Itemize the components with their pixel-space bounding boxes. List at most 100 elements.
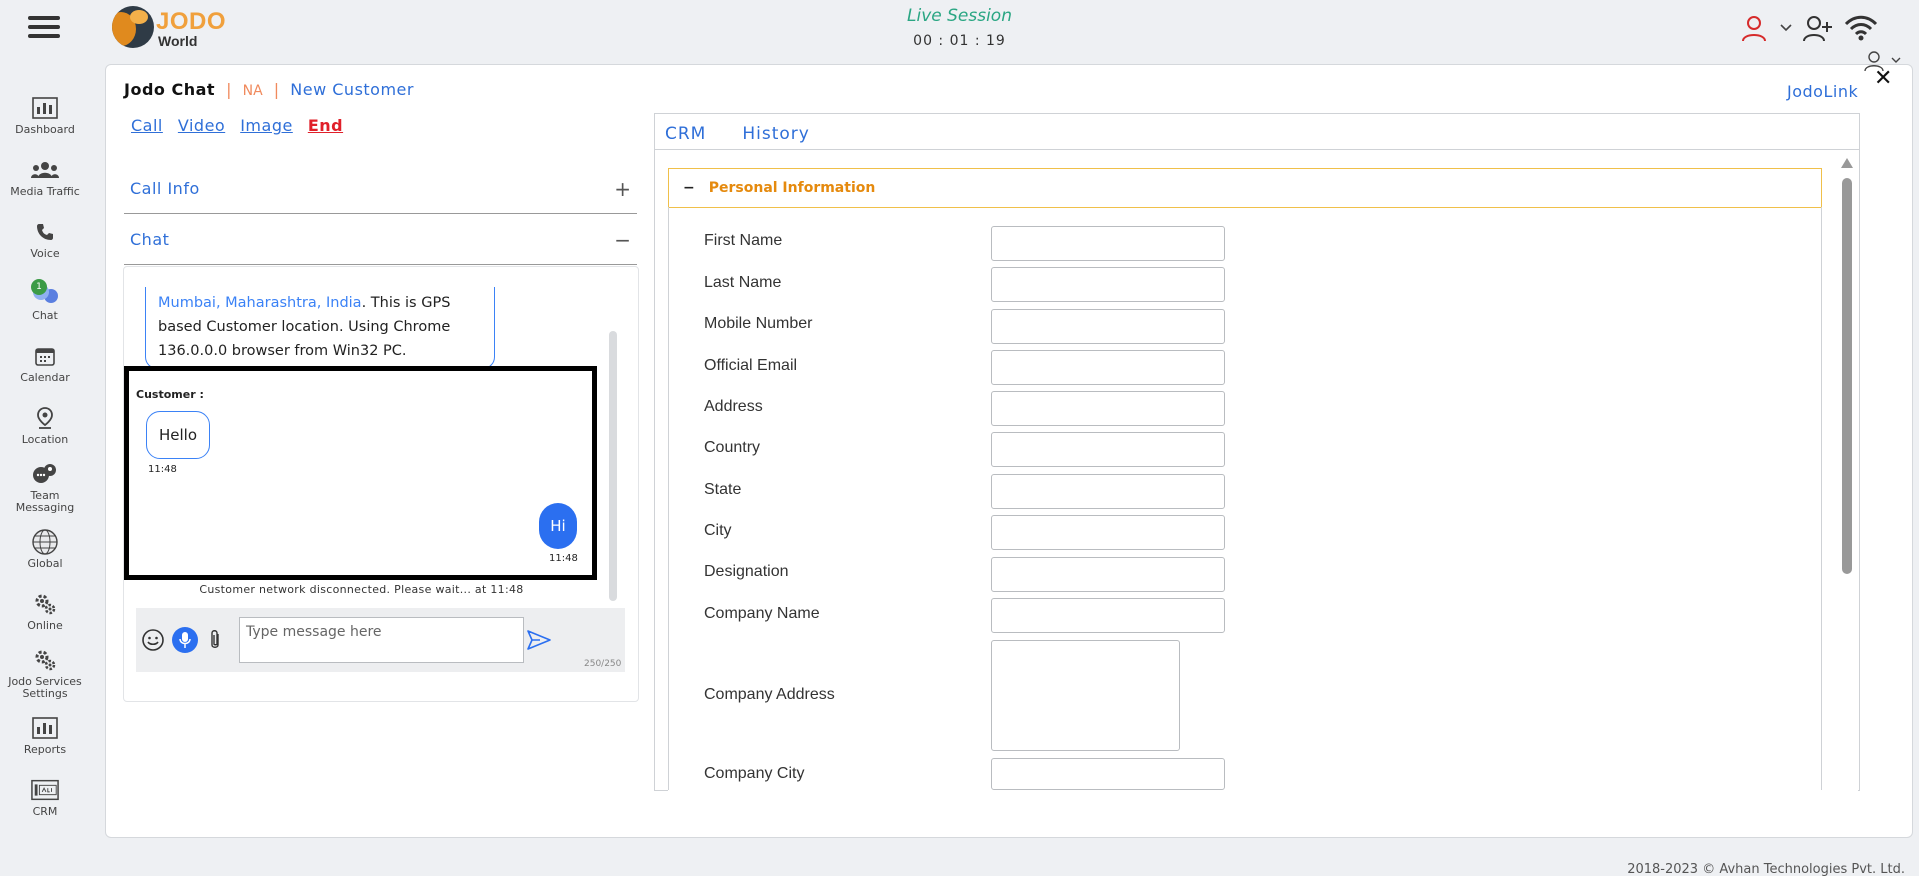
sidebar: Dashboard Media Traffic Voice 1 Chat Cal… <box>0 84 90 828</box>
user-status-icon[interactable] <box>1739 13 1769 43</box>
attachment-icon[interactable] <box>202 627 228 653</box>
company-city-label: Company City <box>704 765 805 782</box>
crm-scrollbar-thumb[interactable] <box>1842 178 1852 574</box>
chat-section-label: Chat <box>130 230 170 249</box>
crm-tabs: CRM History <box>665 124 810 144</box>
tab-crm[interactable]: CRM <box>665 124 706 144</box>
dashboard-icon <box>31 95 59 121</box>
sidebar-item-voice[interactable]: Voice <box>0 208 90 270</box>
sidebar-item-label: Online <box>27 618 63 632</box>
jodolink-link[interactable]: JodoLink <box>1787 82 1858 101</box>
microphone-icon[interactable] <box>172 627 198 653</box>
state-input[interactable] <box>991 474 1225 509</box>
sidebar-item-location[interactable]: Location <box>0 394 90 456</box>
company-address-input[interactable] <box>991 640 1180 751</box>
sidebar-item-jodo-services-settings[interactable]: Jodo Services Settings <box>0 642 90 704</box>
chat-badge: 1 <box>31 278 47 295</box>
company-address-label: Company Address <box>704 686 835 703</box>
session-title: Live Session <box>907 6 1012 26</box>
city-input[interactable] <box>991 515 1225 550</box>
customer-status: NA <box>242 83 263 99</box>
scroll-up-arrow-icon[interactable] <box>1841 158 1853 168</box>
chat-scrollbar[interactable] <box>609 331 617 601</box>
send-icon[interactable] <box>526 627 552 653</box>
sidebar-item-label: Chat <box>32 308 58 322</box>
official-email-input[interactable] <box>991 350 1225 385</box>
crm-icon <box>31 777 59 803</box>
state-label: State <box>704 481 742 498</box>
video-link[interactable]: Video <box>178 116 225 135</box>
sidebar-item-dashboard[interactable]: Dashboard <box>0 84 90 146</box>
messages-box: Customer : Hello 11:48 Hi 11:48 <box>124 366 597 580</box>
collapse-minus-icon[interactable]: − <box>614 228 631 252</box>
image-link[interactable]: Image <box>240 116 293 135</box>
sidebar-item-label: CRM <box>32 804 58 818</box>
address-label: Address <box>704 398 763 415</box>
call-info-label: Call Info <box>130 179 200 198</box>
message-time: 11:48 <box>549 553 578 564</box>
calendar-icon <box>31 343 59 369</box>
personal-information-header[interactable]: − Personal Information <box>668 168 1822 208</box>
panel-bottom-edge <box>668 790 1858 794</box>
chat-accordion[interactable]: Chat − <box>124 215 637 265</box>
gears-icon <box>31 647 59 673</box>
globe-icon <box>31 528 59 555</box>
city-label: City <box>704 522 732 539</box>
call-info-accordion[interactable]: Call Info + <box>124 164 637 214</box>
first-name-label: First Name <box>704 232 783 249</box>
sidebar-item-calendar[interactable]: Calendar <box>0 332 90 394</box>
mobile-number-input[interactable] <box>991 309 1225 344</box>
personal-information-title: Personal Information <box>708 180 876 196</box>
top-bar: JODO World Live Session 00 : 01 : 19 <box>0 0 1919 60</box>
outgoing-message: Hi <box>539 503 577 549</box>
reports-icon <box>31 715 59 741</box>
last-name-input[interactable] <box>991 267 1225 302</box>
header-separator: | <box>273 80 280 99</box>
sidebar-item-media-traffic[interactable]: Media Traffic <box>0 146 90 208</box>
message-input[interactable] <box>239 617 524 663</box>
sidebar-item-label: Global <box>27 556 63 570</box>
sidebar-item-crm[interactable]: CRM <box>0 766 90 828</box>
first-name-input[interactable] <box>991 226 1225 261</box>
address-input[interactable] <box>991 391 1225 426</box>
sidebar-item-label: Voice <box>30 246 60 260</box>
session-actions: Call Video Image End <box>131 116 343 135</box>
designation-input[interactable] <box>991 557 1225 592</box>
users-group-icon <box>31 157 59 183</box>
collapse-minus-icon[interactable]: − <box>683 180 695 196</box>
tab-history[interactable]: History <box>742 124 809 144</box>
country-input[interactable] <box>991 432 1225 467</box>
expand-plus-icon[interactable]: + <box>614 177 631 201</box>
personal-information-body <box>668 207 1822 791</box>
gears-icon <box>31 591 59 617</box>
sidebar-item-online[interactable]: Online <box>0 580 90 642</box>
emoji-icon[interactable] <box>140 627 166 653</box>
sidebar-item-chat[interactable]: 1 Chat <box>0 270 90 332</box>
sidebar-item-label: Location <box>21 432 69 446</box>
sidebar-item-label: Team Messaging <box>15 488 75 514</box>
country-label: Country <box>704 439 761 456</box>
top-right-icons <box>1739 8 1879 48</box>
last-name-label: Last Name <box>704 274 782 291</box>
header-separator: | <box>226 80 232 99</box>
session-timer: 00 : 01 : 19 <box>913 33 1006 49</box>
chevron-down-icon[interactable] <box>1779 13 1793 43</box>
location-pin-icon <box>31 405 59 431</box>
footer-copyright: 2018-2023 © Avhan Technologies Pvt. Ltd. <box>1627 862 1905 876</box>
company-city-input[interactable] <box>991 758 1225 790</box>
chat-title: Jodo Chat <box>124 80 216 99</box>
sidebar-item-label: Media Traffic <box>10 184 80 198</box>
call-link[interactable]: Call <box>131 116 163 135</box>
sidebar-item-global[interactable]: Global <box>0 518 90 580</box>
close-icon[interactable]: ✕ <box>1874 68 1892 90</box>
disconnect-notice: Customer network disconnected. Please wa… <box>199 583 524 596</box>
message-time: 11:48 <box>148 464 177 475</box>
end-link[interactable]: End <box>308 116 343 135</box>
sidebar-item-team-messaging[interactable]: Team Messaging <box>0 456 90 518</box>
company-name-input[interactable] <box>991 598 1225 633</box>
sender-label: Customer : <box>136 388 204 401</box>
customer-location[interactable]: Mumbai, Maharashtra, India <box>158 295 362 311</box>
add-user-icon[interactable] <box>1803 13 1833 43</box>
sidebar-item-reports[interactable]: Reports <box>0 704 90 766</box>
official-email-label: Official Email <box>704 357 798 374</box>
